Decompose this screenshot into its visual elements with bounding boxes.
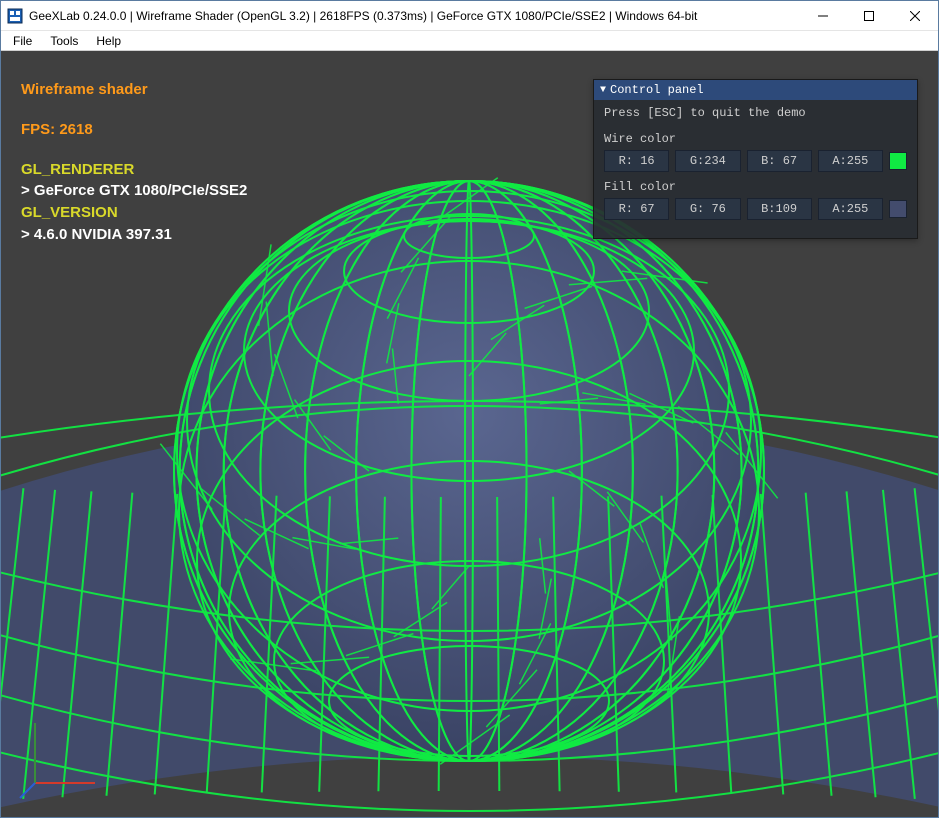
maximize-button[interactable]	[846, 1, 892, 30]
overlay-heading: Wireframe shader	[21, 79, 247, 101]
minimize-button[interactable]	[800, 1, 846, 30]
wire-g-input[interactable]: G:234	[675, 150, 740, 172]
overlay-fps: FPS: 2618	[21, 119, 247, 141]
wire-color-swatch[interactable]	[889, 152, 907, 170]
wire-r-input[interactable]: R: 16	[604, 150, 669, 172]
overlay-info: Wireframe shader FPS: 2618 GL_RENDERER >…	[21, 79, 247, 246]
close-icon	[910, 11, 920, 21]
opengl-viewport[interactable]: Wireframe shader FPS: 2618 GL_RENDERER >…	[1, 51, 938, 817]
fill-a-input[interactable]: A:255	[818, 198, 883, 220]
window-buttons	[800, 1, 938, 30]
fill-color-swatch[interactable]	[889, 200, 907, 218]
overlay-renderer-value: > GeForce GTX 1080/PCIe/SSE2	[21, 180, 247, 202]
maximize-icon	[864, 11, 874, 21]
close-button[interactable]	[892, 1, 938, 30]
control-panel[interactable]: ▼ Control panel Press [ESC] to quit the …	[593, 79, 918, 239]
menu-help[interactable]: Help	[88, 32, 129, 50]
fill-color-row: R: 67 G: 76 B:109 A:255	[604, 198, 907, 220]
minimize-icon	[818, 11, 828, 21]
app-icon	[7, 8, 23, 24]
collapse-arrow-icon[interactable]: ▼	[600, 85, 606, 96]
menu-file[interactable]: File	[5, 32, 40, 50]
wire-color-label: Wire color	[604, 132, 907, 146]
fill-r-input[interactable]: R: 67	[604, 198, 669, 220]
axis-gizmo	[15, 713, 105, 803]
fill-b-input[interactable]: B:109	[747, 198, 812, 220]
overlay-renderer-label: GL_RENDERER	[21, 159, 247, 181]
panel-hint: Press [ESC] to quit the demo	[604, 106, 907, 120]
menubar: File Tools Help	[1, 31, 938, 51]
wire-b-input[interactable]: B: 67	[747, 150, 812, 172]
control-panel-header[interactable]: ▼ Control panel	[594, 80, 917, 100]
fill-g-input[interactable]: G: 76	[675, 198, 740, 220]
control-panel-body: Press [ESC] to quit the demo Wire color …	[594, 100, 917, 238]
z-axis-icon	[20, 783, 35, 798]
control-panel-title: Control panel	[610, 83, 704, 97]
window-title: GeeXLab 0.24.0.0 | Wireframe Shader (Ope…	[29, 9, 800, 23]
overlay-version-label: GL_VERSION	[21, 202, 247, 224]
wire-color-row: R: 16 G:234 B: 67 A:255	[604, 150, 907, 172]
titlebar[interactable]: GeeXLab 0.24.0.0 | Wireframe Shader (Ope…	[1, 1, 938, 31]
menu-tools[interactable]: Tools	[42, 32, 86, 50]
app-window: GeeXLab 0.24.0.0 | Wireframe Shader (Ope…	[0, 0, 939, 818]
fill-color-label: Fill color	[604, 180, 907, 194]
overlay-version-value: > 4.6.0 NVIDIA 397.31	[21, 224, 247, 246]
wire-a-input[interactable]: A:255	[818, 150, 883, 172]
